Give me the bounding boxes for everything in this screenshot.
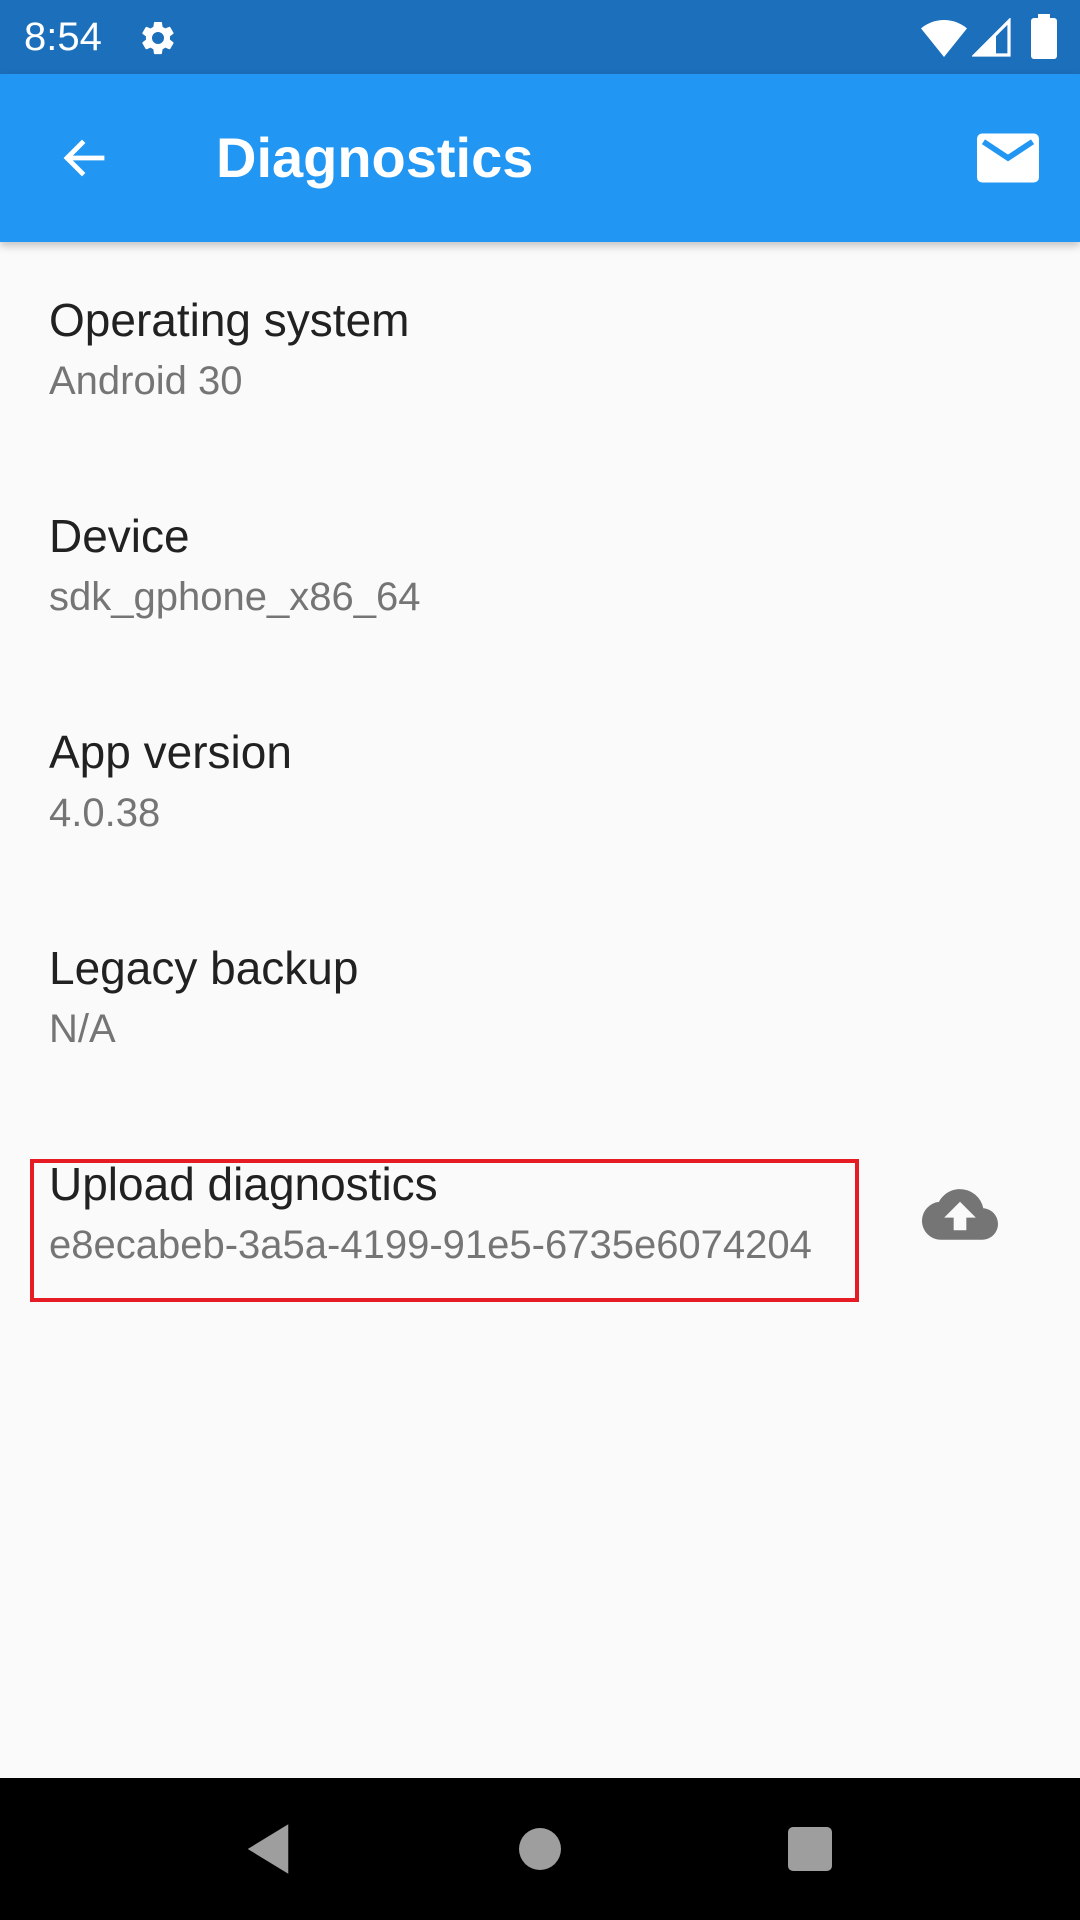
- list-item-operating-system[interactable]: Operating system Android 30: [0, 242, 1080, 458]
- status-bar: 8:54: [0, 0, 1080, 74]
- email-button[interactable]: [960, 116, 1056, 200]
- item-value: N/A: [49, 1007, 116, 1051]
- item-title: Device: [49, 510, 190, 562]
- back-button[interactable]: [38, 112, 130, 204]
- item-title: Operating system: [49, 294, 410, 346]
- item-value: sdk_gphone_x86_64: [49, 575, 421, 619]
- item-title: App version: [49, 726, 292, 778]
- diagnostics-screen: 8:54 Diagnostics Operating system Androi…: [0, 0, 1080, 1920]
- nav-recents-button[interactable]: [740, 1778, 880, 1920]
- wifi-icon: [921, 20, 967, 57]
- item-value: Android 30: [49, 359, 243, 403]
- list-item-device[interactable]: Device sdk_gphone_x86_64: [0, 458, 1080, 674]
- nav-home-icon: [519, 1828, 561, 1870]
- app-bar: Diagnostics: [0, 74, 1080, 242]
- nav-home-button[interactable]: [470, 1778, 610, 1920]
- item-value: e8ecabeb-3a5a-4199-91e5-6735e6074204: [49, 1223, 812, 1267]
- upload-diagnostics-button[interactable]: [910, 1176, 1010, 1256]
- page-title: Diagnostics: [216, 126, 534, 189]
- battery-icon: [1031, 14, 1057, 59]
- cell-signal-icon: [972, 18, 1011, 57]
- nav-back-icon: [247, 1824, 289, 1874]
- navigation-bar: [0, 1778, 1080, 1920]
- list-item-app-version[interactable]: App version 4.0.38: [0, 674, 1080, 890]
- cloud-upload-icon: [922, 1189, 998, 1240]
- gear-icon: [142, 21, 174, 55]
- item-title: Upload diagnostics: [49, 1158, 438, 1210]
- item-title: Legacy backup: [49, 942, 359, 994]
- status-time: 8:54: [24, 15, 102, 59]
- list-item-legacy-backup[interactable]: Legacy backup N/A: [0, 890, 1080, 1106]
- nav-back-button[interactable]: [198, 1778, 338, 1920]
- item-value: 4.0.38: [49, 791, 161, 835]
- nav-recents-icon: [788, 1827, 832, 1871]
- email-icon: [977, 133, 1039, 183]
- arrow-back-icon: [63, 139, 105, 177]
